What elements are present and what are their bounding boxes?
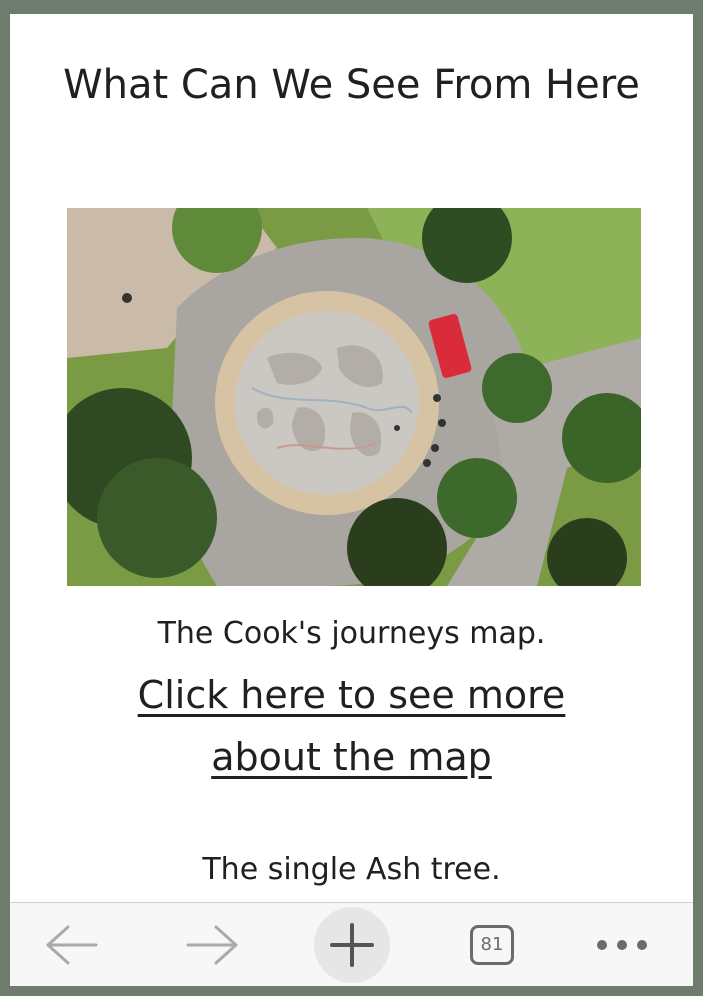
- page-title: What Can We See From Here: [63, 62, 640, 108]
- map-caption: The Cook's journeys map.: [157, 616, 546, 651]
- tree-caption: The single Ash tree.: [202, 852, 501, 887]
- aerial-photo: [67, 208, 641, 586]
- arrow-left-icon: [46, 925, 98, 965]
- back-button[interactable]: [30, 903, 114, 986]
- arrow-right-icon: [186, 925, 238, 965]
- more-button[interactable]: [580, 903, 664, 986]
- aerial-photo-image: [67, 208, 641, 586]
- browser-frame: What Can We See From Here The Cook's jou…: [10, 14, 693, 986]
- plus-icon: [314, 907, 390, 983]
- more-dots-icon: [597, 940, 647, 950]
- new-tab-button[interactable]: [310, 903, 394, 986]
- forward-button[interactable]: [170, 903, 254, 986]
- tab-count-badge: 81: [470, 925, 514, 965]
- map-more-link[interactable]: Click here to see more about the map: [100, 664, 603, 788]
- browser-toolbar: 81: [10, 902, 693, 986]
- tabs-button[interactable]: 81: [450, 903, 534, 986]
